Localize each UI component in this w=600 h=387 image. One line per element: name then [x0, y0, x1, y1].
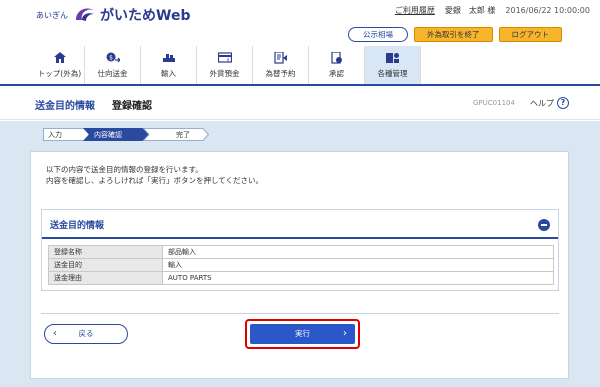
button-divider	[41, 313, 559, 314]
nav-label: 仕向送金	[97, 69, 128, 78]
chevron-left-icon: ‹	[53, 328, 57, 339]
title-bar: 送金目的情報 登録確認 GPUC01104 ヘルプ ?	[0, 86, 600, 120]
logo-small-text: あいぎん	[36, 10, 68, 20]
execute-highlight: 実行 ›	[245, 319, 360, 349]
step-complete: 完了	[176, 131, 190, 139]
management-icon	[385, 53, 399, 63]
row-label: 送金目的	[48, 258, 163, 272]
nav-label: 承認	[329, 69, 344, 78]
end-fx-button[interactable]: 外為取引を終了	[414, 27, 493, 42]
nav-item-approval[interactable]: 承認	[309, 46, 365, 84]
row-value: AUTO PARTS	[162, 271, 554, 285]
step-input: 入力	[48, 131, 62, 139]
nav-item-deposit[interactable]: $ 外貨預金	[197, 46, 253, 84]
nav-label: 為替予約	[265, 69, 296, 78]
nav-item-remittance[interactable]: $ 仕向送金	[85, 46, 141, 84]
page-subtitle: 登録確認	[112, 101, 152, 112]
login-datetime: 2016/06/22 10:00:00	[505, 6, 590, 15]
main-nav: トップ(外為) $ 仕向送金 輸入 $ 外貨預金 為替予約 承認 各種管理	[35, 46, 421, 84]
contract-icon	[273, 52, 287, 64]
table-row: 送金理由 AUTO PARTS	[48, 271, 554, 285]
header-buttons: 公示相場 外為取引を終了 ログアウト	[348, 27, 562, 42]
deposit-icon: $	[217, 52, 232, 63]
nav-label: トップ(外為)	[37, 69, 82, 78]
row-value: 輸入	[162, 258, 554, 272]
logout-button[interactable]: ログアウト	[498, 27, 562, 42]
svg-text:$: $	[226, 57, 229, 62]
back-button[interactable]: ‹ 戻る	[44, 324, 128, 344]
purpose-info-table: 登録名称 部品輸入 送金目的 輸入 送金理由 AUTO PARTS	[48, 245, 554, 285]
svg-text:$: $	[109, 55, 113, 62]
screen-id: GPUC01104	[473, 99, 515, 107]
table-row: 登録名称 部品輸入	[48, 245, 554, 259]
approval-icon	[330, 52, 342, 64]
back-label: 戻る	[78, 329, 94, 338]
import-icon	[162, 54, 175, 62]
nav-item-import[interactable]: 輸入	[141, 46, 197, 84]
execute-label: 実行	[295, 329, 310, 338]
intro-line-2: 内容を確認し、よろしければ「実行」ボタンを押してください。	[46, 176, 264, 185]
nav-item-top[interactable]: トップ(外為)	[35, 46, 85, 84]
row-label: 登録名称	[48, 245, 163, 259]
help-label: ヘルプ	[530, 98, 554, 108]
purpose-info-section: 送金目的情報 登録名称 部品輸入 送金目的 輸入 送金理由 AUTO PARTS	[41, 209, 559, 291]
section-title: 送金目的情報	[50, 221, 105, 231]
usage-history-link[interactable]: ご利用履歴	[395, 5, 435, 16]
logo[interactable]: あいぎん がいためWeb	[36, 5, 190, 25]
table-row: 送金目的 輸入	[48, 258, 554, 272]
home-icon	[53, 52, 66, 63]
public-rates-button[interactable]: 公示相場	[348, 27, 408, 42]
execute-button[interactable]: 実行 ›	[250, 324, 355, 344]
header: あいぎん がいためWeb ご利用履歴 愛銀 太郎 様 2016/06/22 10…	[0, 0, 600, 86]
page-title: 送金目的情報	[35, 101, 95, 112]
main-panel: 以下の内容で送金目的情報の登録を行います。 内容を確認し、よろしければ「実行」ボ…	[30, 151, 569, 379]
intro-text: 以下の内容で送金目的情報の登録を行います。 内容を確認し、よろしければ「実行」ボ…	[46, 164, 263, 186]
user-name: 愛銀 太郎 様	[444, 6, 496, 15]
help-link[interactable]: ヘルプ ?	[530, 97, 569, 109]
nav-label: 輸入	[161, 69, 176, 78]
row-label: 送金理由	[48, 271, 163, 285]
nav-label: 各種管理	[377, 69, 408, 78]
utility-bar: ご利用履歴 愛銀 太郎 様 2016/06/22 10:00:00	[395, 5, 590, 16]
step-indicator	[43, 128, 210, 141]
collapse-minus-icon[interactable]	[538, 219, 550, 231]
section-divider	[42, 237, 558, 239]
chevron-right-icon: ›	[343, 328, 347, 339]
nav-item-management[interactable]: 各種管理	[365, 46, 421, 84]
intro-line-1: 以下の内容で送金目的情報の登録を行います。	[46, 165, 203, 174]
logo-mark-icon	[76, 8, 94, 21]
nav-item-contract[interactable]: 為替予約	[253, 46, 309, 84]
logo-main-text: がいためWeb	[100, 8, 191, 24]
help-icon: ?	[557, 97, 569, 109]
step-confirm: 内容確認	[94, 131, 122, 139]
remittance-icon: $	[106, 52, 120, 63]
nav-label: 外貨預金	[209, 69, 240, 78]
row-value: 部品輸入	[162, 245, 554, 259]
